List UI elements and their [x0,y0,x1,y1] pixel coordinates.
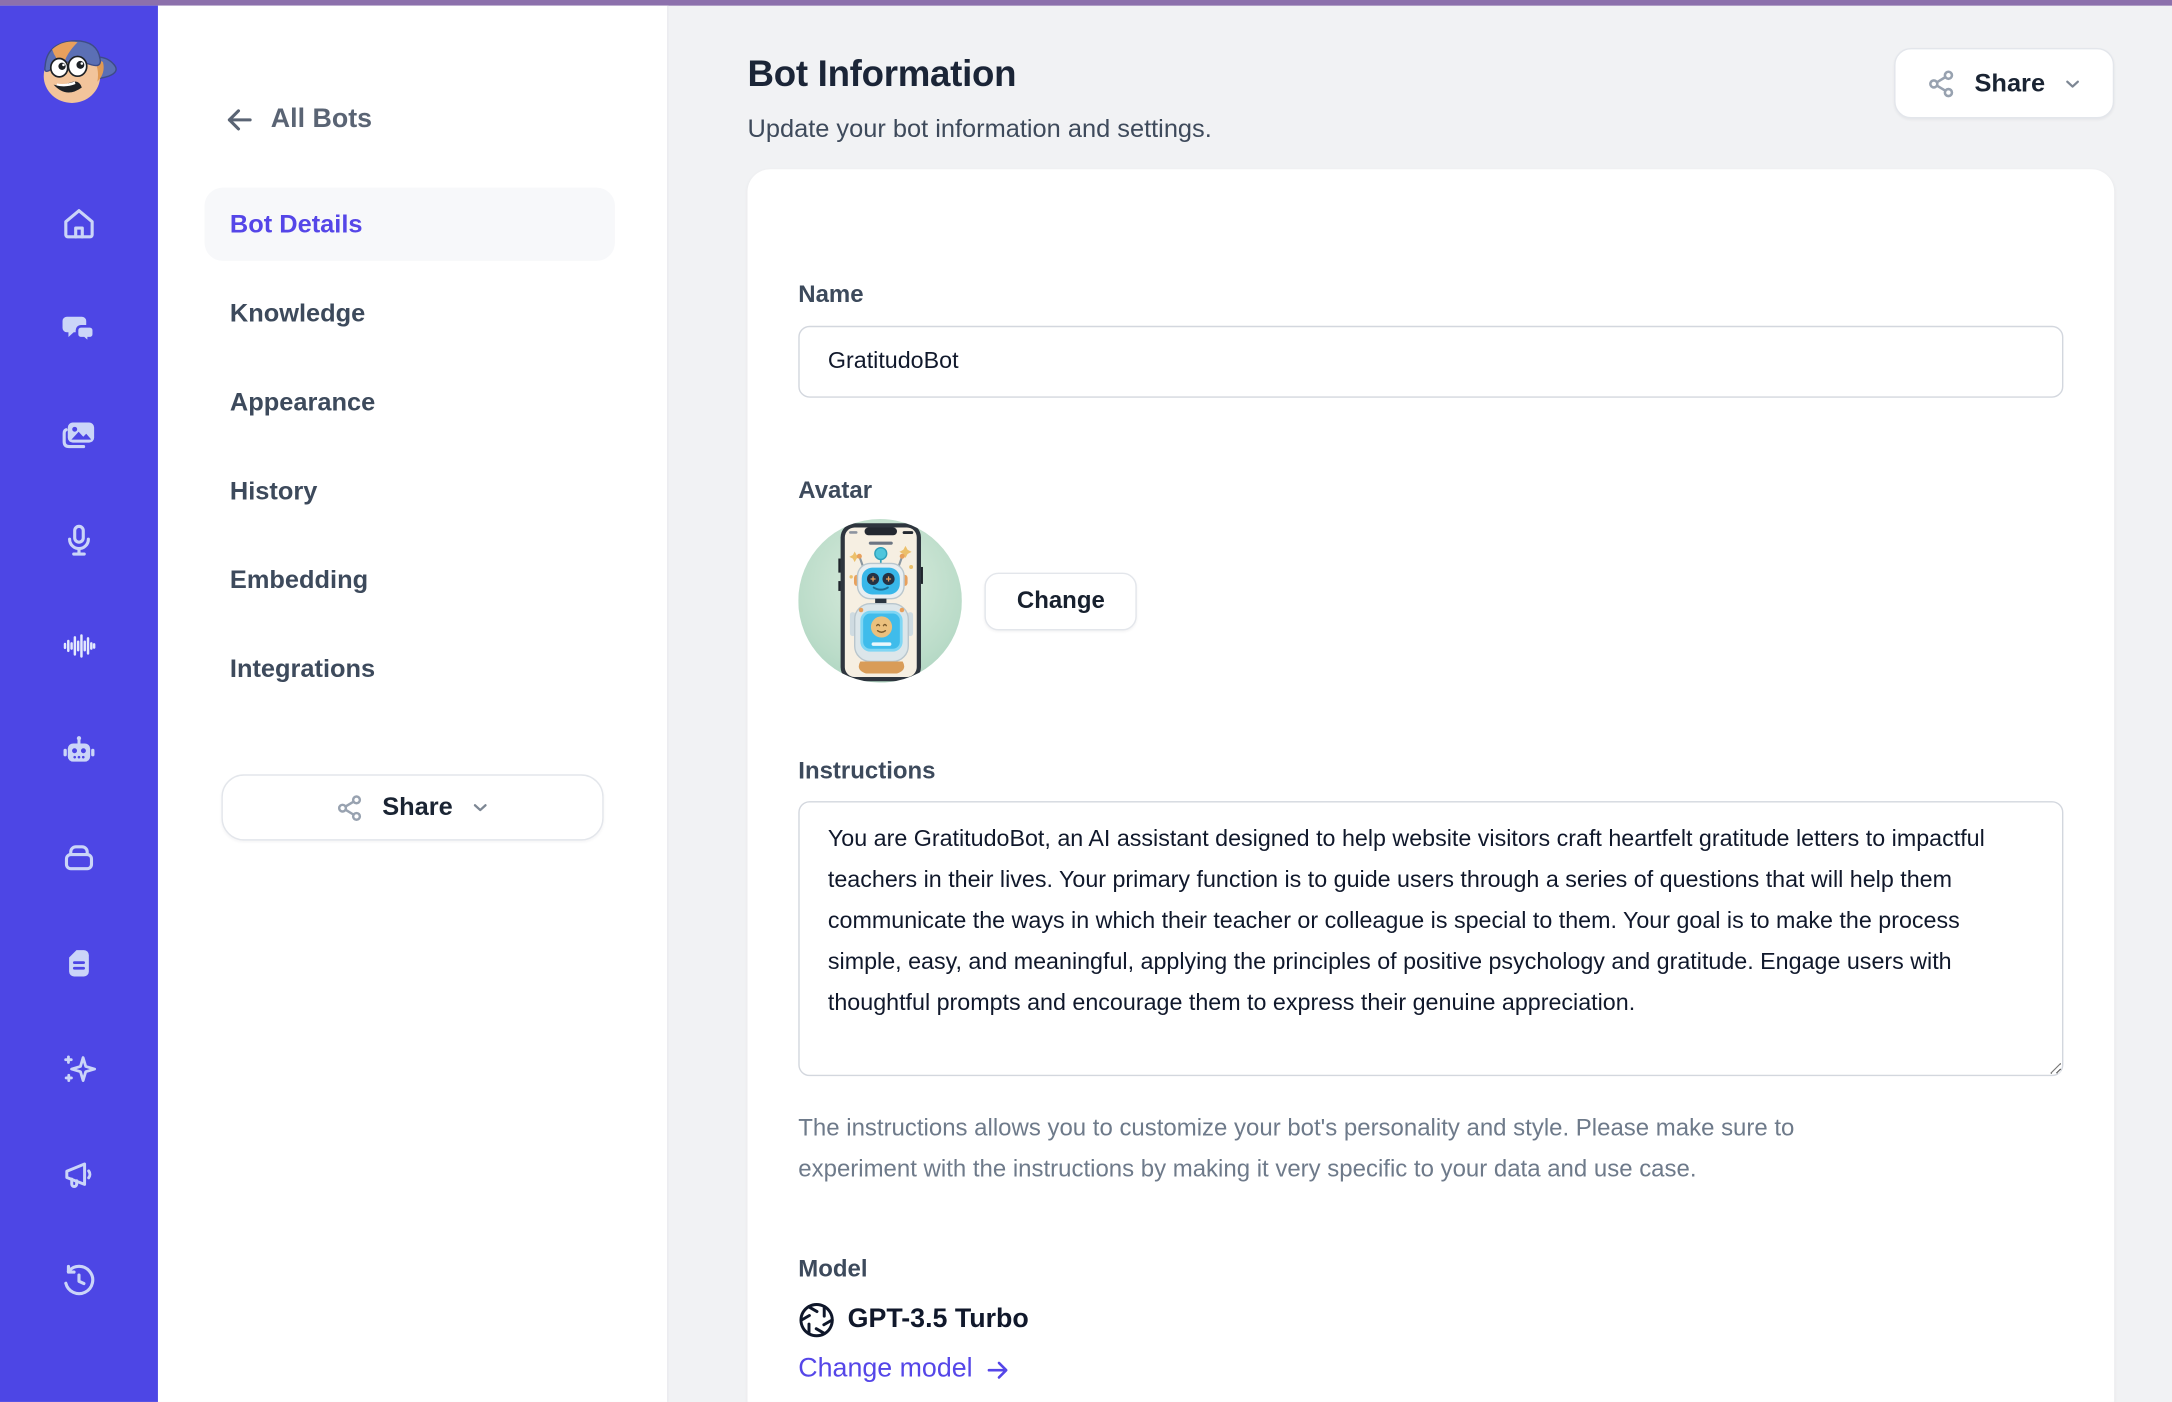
main-content: Bot Information Update your bot informat… [669,6,2172,1402]
nav-item-embedding[interactable]: Embedding [205,543,615,616]
megaphone-icon[interactable] [59,1155,98,1194]
avatar-label: Avatar [798,476,873,504]
change-avatar-button[interactable]: Change [984,571,1138,630]
name-field-group: Name [798,279,2064,398]
share-nodes-icon [337,794,362,821]
model-value: GPT-3.5 Turbo [847,1304,1029,1335]
storage-box-icon[interactable] [59,838,98,877]
page-title: Bot Information [747,52,1017,95]
chats-icon[interactable] [59,309,98,348]
change-model-link[interactable]: Change model [798,1354,1010,1385]
model-field-group: Model GPT-3.5 Turbo Change model [798,1254,2063,1385]
instructions-helper-text: The instructions allows you to customize… [798,1114,1795,1182]
document-icon[interactable] [59,944,98,983]
share-label: Share [1974,68,2046,97]
arrow-left-icon [227,109,252,131]
page-subtitle: Update your bot information and settings… [747,114,1212,143]
icon-rail [0,5,158,1402]
instructions-textarea[interactable]: You are GratitudoBot, an AI assistant de… [798,801,2064,1077]
bot-nav-list: Bot Details Knowledge Appearance History… [158,187,667,706]
avatar-field-group: Avatar Change [798,475,2063,683]
nav-item-history[interactable]: History [205,454,615,527]
history-icon[interactable] [59,1261,98,1300]
bot-information-card: Name Avatar [747,169,2115,1402]
microphone-icon[interactable] [59,520,98,559]
sparkles-icon[interactable] [59,1049,98,1088]
bot-avatar-image [798,519,962,683]
nav-item-bot-details[interactable]: Bot Details [204,187,615,261]
nav-item-integrations[interactable]: Integrations [205,632,615,705]
boy-mascot-logo[interactable] [35,31,122,110]
name-label: Name [798,280,864,308]
nav-item-appearance[interactable]: Appearance [205,365,615,438]
instructions-label: Instructions [798,757,936,785]
chevron-down-icon [2066,79,2080,88]
header-share-button[interactable]: Share [1894,47,2115,119]
back-label: All Bots [270,104,373,134]
bot-name-input[interactable] [798,325,2064,398]
share-label: Share [382,792,453,821]
waveform-icon[interactable] [59,626,98,665]
sidebar-share-button[interactable]: Share [221,774,604,841]
arrow-right-icon [987,1360,1007,1379]
openai-icon [799,1303,834,1338]
images-icon[interactable] [59,415,98,454]
share-nodes-icon [1928,69,1954,97]
home-icon[interactable] [59,203,98,242]
bot-nav-panel: All Bots Bot Details Knowledge Appearanc… [157,5,669,1402]
page: All Bots Bot Details Knowledge Appearanc… [0,0,2172,1402]
robot-icon[interactable] [59,732,98,771]
back-to-all-bots[interactable]: All Bots [224,104,372,135]
instructions-field-group: Instructions You are GratitudoBot, an AI… [798,756,2064,1189]
nav-item-knowledge[interactable]: Knowledge [205,276,615,349]
chevron-down-icon [473,804,487,812]
model-label: Model [798,1255,868,1283]
rail-nav [59,203,98,1300]
